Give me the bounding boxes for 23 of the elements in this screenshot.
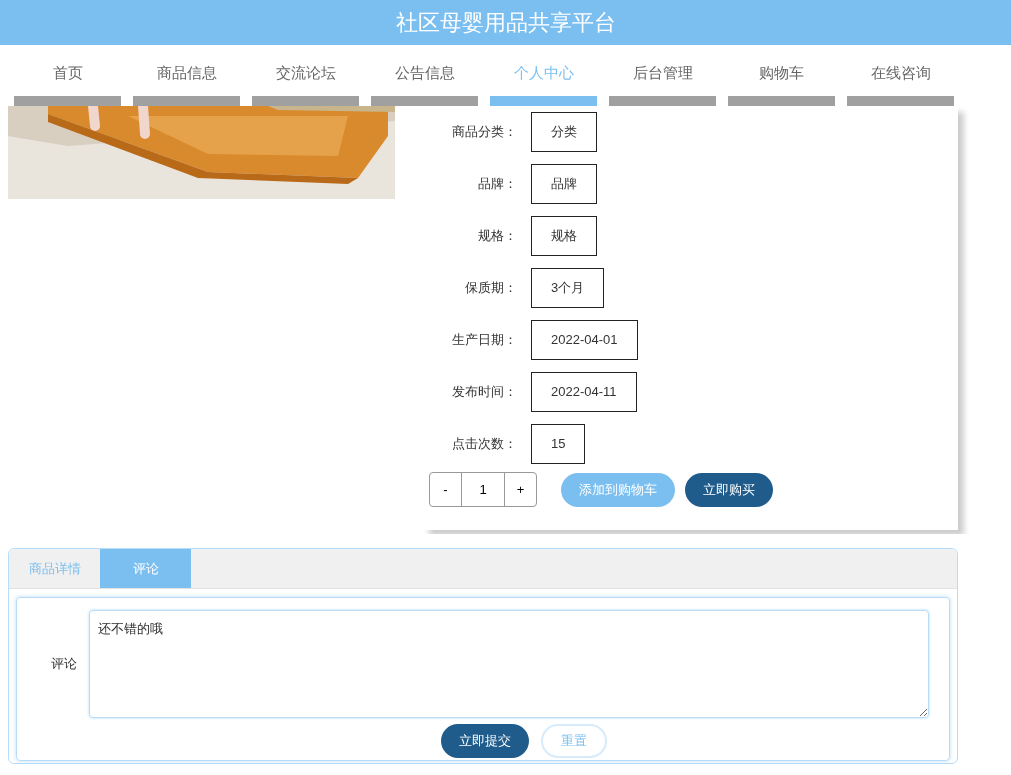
field-label: 发布时间： [451,383,518,402]
buy-now-button[interactable]: 立即购买 [685,472,773,507]
field-value: 规格 [531,216,597,256]
field-value: 品牌 [531,164,597,204]
comment-field[interactable]: 还不错的哦 [89,610,929,718]
field-value: 分类 [531,112,597,152]
field-value: 15 [531,424,586,464]
field-label: 生产日期： [451,331,518,350]
field-label: 保质期： [464,279,518,298]
field-label: 点击次数： [451,435,518,454]
field-value: 2022-04-01 [531,320,638,360]
plus-button[interactable]: + [505,473,536,506]
field-label: 商品分类： [451,123,518,142]
field-value: 3个月 [531,268,605,308]
field-value: 2022-04-11 [531,372,637,412]
comment-label: 评论 [50,655,78,674]
quantity-stepper[interactable]: - 1 + [429,472,537,507]
field-label: 品牌： [477,175,518,194]
minus-button[interactable]: - [430,473,462,506]
field-label: 规格： [477,227,518,246]
site-title: 社区母婴用品共享平台 [395,9,616,37]
submit-button[interactable]: 立即提交 [441,724,529,758]
quantity-field[interactable]: 1 [462,473,505,506]
